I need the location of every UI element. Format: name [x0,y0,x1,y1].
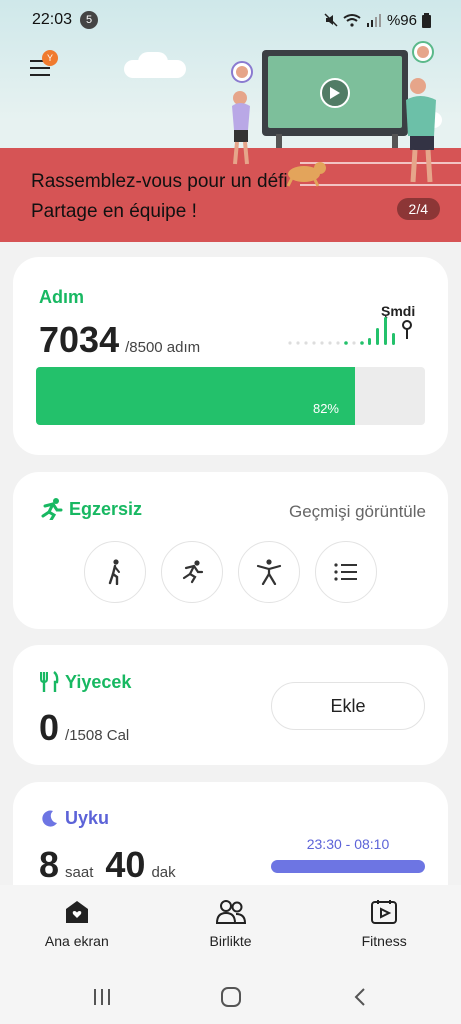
workout-button[interactable] [238,541,300,603]
nav-home-label: Ana ekran [44,933,109,949]
walking-icon [108,559,120,585]
nav-together[interactable]: Birlikte [154,885,308,971]
food-calories-goal: /1508 Cal [65,727,130,744]
runner-illustration [231,61,253,165]
signal-icon [366,14,381,27]
exercise-title: Egzersiz [69,498,143,519]
recent-apps-button[interactable] [87,983,117,1011]
steps-progress-bar: 82% [36,367,425,425]
steps-mini-chart [288,317,412,345]
banner-title: Rassemblez-vous pour un défi Partage en … [31,171,288,222]
nav-home[interactable]: Ana ekran [0,885,154,971]
walking-button[interactable] [84,541,146,603]
sleep-bar [271,860,425,873]
food-calories-value: 0 [39,707,60,748]
home-icon [65,901,88,923]
cloud-decoration [138,52,168,72]
notification-count-badge: 5 [80,11,99,29]
home-system-button[interactable] [216,983,246,1011]
add-food-button[interactable]: Ekle [271,682,425,730]
steps-goal: /8500 adım [125,339,201,356]
cutlery-icon [40,671,59,692]
menu-notification-badge: Y [42,50,58,66]
battery-percent: %96 [386,11,417,29]
steps-progress-fill [36,367,355,425]
running-icon [41,498,63,520]
status-time: 22:03 [32,11,73,28]
running-icon [182,560,204,584]
status-bar: 22:03 5 %96 [0,0,461,40]
exercise-card[interactable]: Egzersiz Geçmişi görüntüle [13,472,448,629]
back-icon [354,988,365,1006]
play-icon [330,87,340,99]
sleep-hours: 8 [39,844,60,885]
nav-together-label: Birlikte [209,933,252,949]
sleep-title: Uyku [65,808,110,828]
steps-value: 7034 [39,319,120,360]
play-video-button[interactable] [320,78,350,108]
food-card[interactable]: Yiyecek 0 /1508 Cal Ekle [13,645,448,765]
sleep-time-range: 23:30 - 08:10 [306,836,390,852]
food-title: Yiyecek [65,671,132,692]
running-button[interactable] [161,541,223,603]
recent-apps-icon [94,989,110,1005]
sleep-minutes: 40 [105,844,146,885]
sleep-hours-unit: saat [65,864,94,881]
steps-progress-label: 82% [312,401,339,416]
list-icon [334,563,357,581]
moon-icon [42,810,57,827]
nav-fitness-label: Fitness [361,933,407,949]
sleep-minutes-unit: dak [151,864,176,881]
exercise-list-button[interactable] [315,541,377,603]
people-icon [215,900,246,924]
steps-card[interactable]: Adım 7034 /8500 adım Şmdi 82% [13,257,448,455]
banner-page-indicator: 2/4 [396,198,440,220]
fitness-icon [371,900,398,924]
system-navigation-bar [0,971,461,1024]
wifi-icon [343,14,361,27]
workout-icon [256,559,282,585]
mute-icon [324,13,338,27]
home-circle-icon [221,987,241,1007]
steps-title: Adım [39,287,84,307]
person-illustration [406,41,436,183]
nav-fitness[interactable]: Fitness [307,885,461,971]
back-button[interactable] [345,983,375,1011]
view-history-link[interactable]: Geçmişi görüntüle [289,502,426,522]
bottom-navigation: Ana ekran Birlikte Fitness [0,885,461,971]
battery-icon [422,12,431,28]
